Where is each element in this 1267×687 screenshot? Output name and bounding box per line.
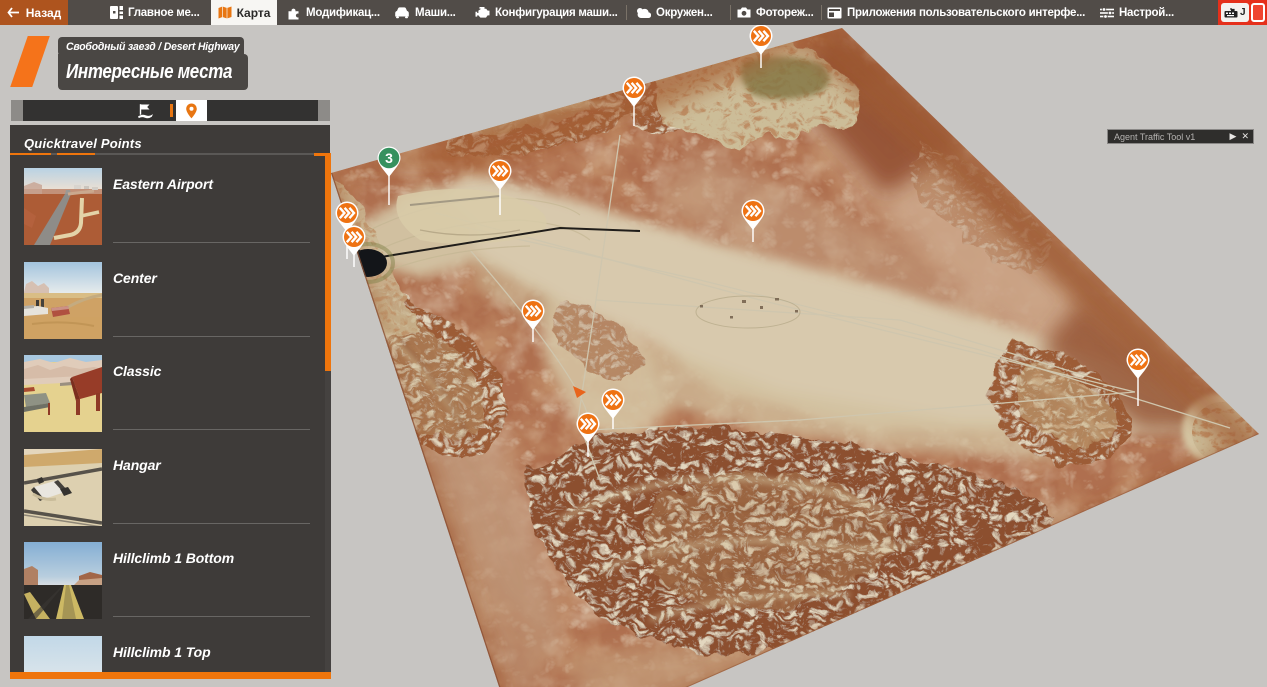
svg-text:3: 3 [385,150,393,166]
